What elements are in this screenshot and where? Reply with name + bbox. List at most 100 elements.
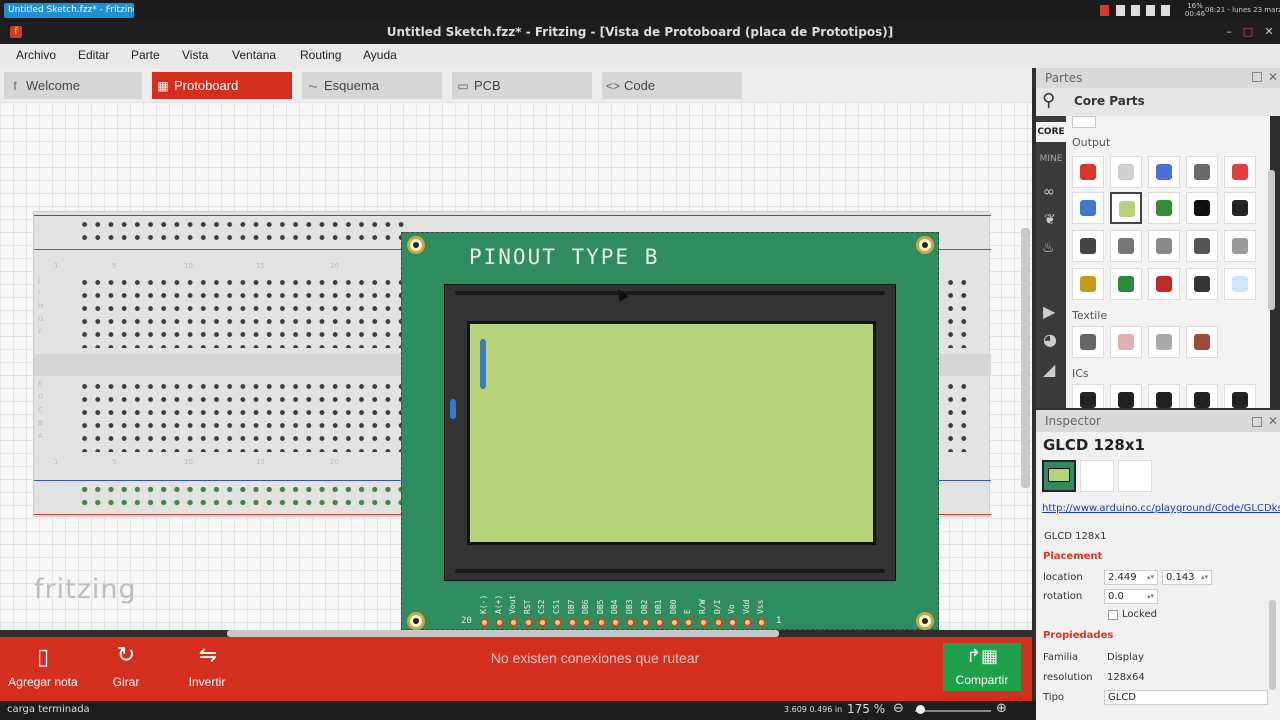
pcb-view-thumbnail[interactable] [1118,460,1152,492]
rotate-button[interactable]: ↻ Girar [96,641,156,695]
lcd-pin-pad[interactable] [626,618,635,627]
part-thumbnail[interactable] [1224,230,1256,262]
part-thumbnail[interactable] [1224,268,1256,300]
part-thumbnail[interactable] [1148,156,1180,188]
lcd-pin-pad[interactable] [655,618,665,627]
bin-arduino-icon[interactable]: ∞ [1043,184,1055,200]
lcd-pin-pad[interactable] [480,618,489,627]
lcd-pin-pad[interactable] [611,618,621,627]
wire-segment[interactable] [450,399,456,419]
part-thumbnail[interactable] [1110,156,1142,188]
bottom-terminal-holes[interactable] [78,380,408,452]
part-thumbnail[interactable] [1110,230,1142,262]
part-thumbnail[interactable] [1072,230,1104,262]
close-parts-icon[interactable]: ✕ [1268,70,1278,84]
lcd-pin-pad[interactable] [742,618,752,627]
rotation-field[interactable]: 0.0 ▴▾ [1104,589,1158,604]
part-thumbnail[interactable] [1186,268,1218,300]
menu-vista[interactable]: Vista [182,48,208,62]
part-thumbnail[interactable] [1072,384,1104,408]
lcd-pin-pad[interactable] [523,618,533,627]
breadboard-view-thumbnail[interactable] [1042,460,1076,492]
lcd-pin-pad[interactable] [494,618,504,627]
menu-ventana[interactable]: Ventana [232,48,276,62]
zoom-slider-handle[interactable] [916,705,925,714]
glcd-part[interactable]: PINOUT TYPE B 20 1 K(-) A(+) Vout RST CS2 CS1… [401,232,939,630]
lcd-pin-pad[interactable] [669,618,679,627]
lcd-pin-pad[interactable] [699,618,708,627]
undock-inspector-icon[interactable] [1252,417,1262,427]
clock[interactable]: 08:21 - lunes 23 marzo [1205,6,1280,14]
bin-cow-icon[interactable]: ◢ [1043,360,1055,379]
tab-protoboard[interactable]: ▦ Protoboard [152,72,292,99]
part-doc-link[interactable]: http://www.arduino.cc/playground/Code/GL… [1042,503,1280,514]
lcd-pin-pad[interactable] [596,618,606,627]
zoom-out-icon[interactable]: ⊖ [893,701,904,716]
lcd-pin-pad[interactable] [538,618,548,627]
part-thumbnail[interactable] [1110,268,1142,300]
menu-parte[interactable]: Parte [131,48,160,62]
part-thumbnail[interactable] [1186,230,1218,262]
tab-pcb[interactable]: ▭ PCB [452,72,592,99]
part-thumbnail[interactable] [1110,326,1142,358]
inspector-scrollbar[interactable] [1269,600,1276,690]
minimize-button[interactable]: – [1222,26,1236,38]
lcd-pin-pad[interactable] [757,618,767,627]
bin-sparkfun-icon[interactable]: ❦ [1044,212,1056,228]
menu-ayuda[interactable]: Ayuda [363,48,397,62]
bin-play-icon[interactable]: ▶ [1043,302,1055,321]
tray-volume-icon[interactable] [1161,5,1170,16]
part-thumbnail[interactable] [1072,156,1104,188]
undock-parts-icon[interactable] [1252,72,1262,82]
part-thumbnail[interactable] [1224,192,1256,224]
part-thumbnail[interactable] [1148,268,1180,300]
part-thumbnail[interactable] [1148,230,1180,262]
add-note-button[interactable]: ▯ Agregar nota [0,641,86,695]
close-inspector-icon[interactable]: ✕ [1268,414,1278,428]
tab-code[interactable]: <> Code [602,72,742,99]
bottom-terminal-holes-right[interactable] [944,380,972,452]
part-thumbnail[interactable] [1186,156,1218,188]
canvas-vertical-scrollbar[interactable] [1021,228,1030,488]
lcd-pin-pad[interactable] [684,618,694,627]
location-y-field[interactable]: 0.143 ▴▾ [1162,570,1212,585]
lcd-pin-pad[interactable] [582,618,592,627]
part-thumbnail[interactable] [1110,384,1142,408]
part-thumbnail[interactable] [1186,384,1218,408]
part-thumbnail[interactable] [1072,326,1104,358]
lcd-pin-pad[interactable] [728,618,738,627]
share-button[interactable]: ↱▦ Compartir [943,643,1021,691]
tray-file-icon[interactable] [1116,5,1125,16]
maximize-button[interactable]: □ [1241,26,1255,38]
lcd-pin-pad[interactable] [553,618,562,627]
bin-mine[interactable]: MINE [1036,154,1066,164]
zoom-slider[interactable] [915,710,991,712]
lcd-pin-pad[interactable] [567,618,577,627]
part-thumbnail[interactable] [1148,192,1180,224]
tray-app-icon[interactable] [1100,5,1109,16]
bin-snooty-icon[interactable]: ◕ [1043,330,1057,349]
zoom-in-icon[interactable]: ⊕ [996,701,1007,716]
canvas-horizontal-scrollbar[interactable] [227,630,779,637]
parts-scrollbar[interactable] [1268,170,1275,310]
schematic-view-thumbnail[interactable] [1080,460,1114,492]
fritzing-app-icon[interactable]: f [10,26,22,38]
tray-bluetooth-icon[interactable] [1146,5,1155,16]
lcd-pin-pad[interactable] [640,618,650,627]
taskbar-window-button[interactable]: Untitled Sketch.fzz* - Fritzing - [... [4,3,134,18]
part-thumbnail[interactable] [1186,192,1218,224]
part-thumbnail[interactable] [1110,192,1142,224]
top-rail-holes[interactable] [78,218,408,246]
top-terminal-holes-right[interactable] [944,276,972,348]
bin-core[interactable]: CORE [1036,122,1066,142]
location-x-field[interactable]: 2.449 ▴▾ [1104,570,1158,585]
lcd-pin-pad[interactable] [713,618,723,627]
locked-checkbox[interactable] [1108,610,1118,620]
tray-network-icon[interactable] [1131,5,1140,16]
menu-routing[interactable]: Routing [300,48,341,62]
search-icon[interactable]: ⚲ [1042,90,1055,111]
bin-seeed-icon[interactable]: ♨ [1042,240,1055,256]
part-thumbnail[interactable] [1148,384,1180,408]
lcd-pin-pad[interactable] [509,618,519,627]
part-thumbnail[interactable] [1148,326,1180,358]
